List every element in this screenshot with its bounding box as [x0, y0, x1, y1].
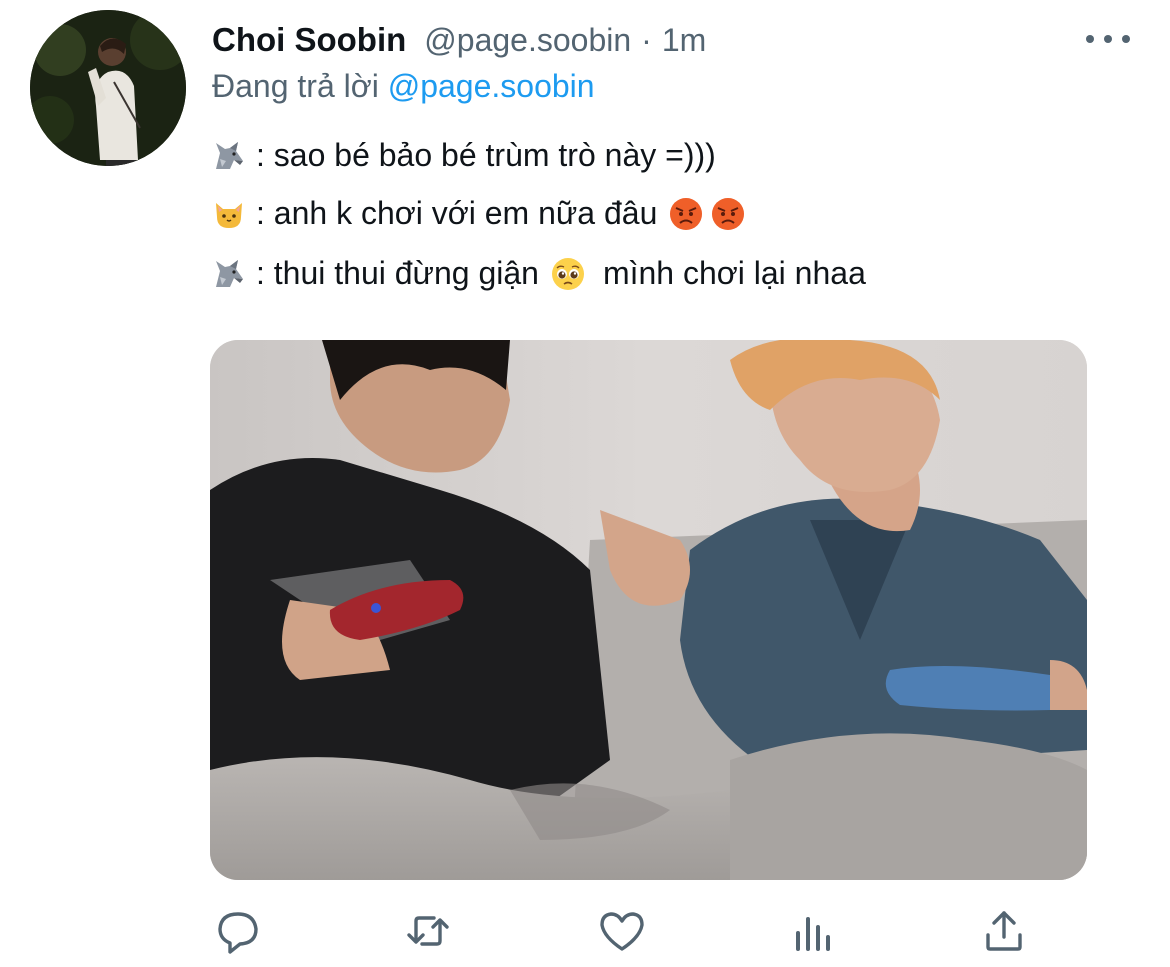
tweet-media-photo[interactable]	[210, 340, 1087, 880]
tweet-text-line: : thui thui đừng giận mình chơi lại nhaa	[212, 255, 866, 292]
tweet-text: : thui thui đừng giận	[256, 255, 539, 291]
tweet-text: : sao bé bảo bé trùm trò này =)))	[256, 137, 716, 173]
timestamp[interactable]: 1m	[662, 22, 706, 59]
avatar[interactable]	[30, 10, 186, 166]
tweet: Choi Soobin @page.soobin · 1m Đang trả l…	[0, 0, 1170, 967]
share-upload-icon[interactable]	[978, 905, 1030, 957]
replying-to: Đang trả lời @page.soobin	[212, 68, 595, 105]
reply-mention-link[interactable]: @page.soobin	[388, 68, 595, 104]
wolf-emoji	[212, 139, 246, 173]
tweet-text: mình chơi lại nhaa	[602, 255, 866, 291]
more-dot	[1122, 35, 1130, 43]
angry-face-emoji	[669, 197, 703, 231]
photo-two-people-gaming	[210, 340, 1087, 880]
replying-to-label: Đang trả lời	[212, 68, 388, 104]
heart-icon[interactable]	[596, 905, 648, 957]
reply-bubble-icon[interactable]	[212, 905, 264, 957]
bar-chart-icon[interactable]	[788, 905, 840, 957]
avatar-photo	[30, 10, 186, 166]
tweet-text-line: : anh k chơi với em nữa đâu	[212, 195, 745, 232]
tweet-header: Choi Soobin @page.soobin · 1m	[212, 18, 706, 62]
angry-face-emoji	[711, 197, 745, 231]
more-dot	[1086, 35, 1094, 43]
more-options-icon[interactable]	[1086, 24, 1130, 54]
more-dot	[1104, 35, 1112, 43]
tweet-text: : anh k chơi với em nữa đâu	[256, 195, 658, 231]
tweet-actions-bar	[0, 905, 1170, 961]
display-name[interactable]: Choi Soobin	[212, 21, 406, 59]
retweet-arrows-icon[interactable]	[402, 905, 454, 957]
tweet-text-line: : sao bé bảo bé trùm trò này =)))	[212, 137, 716, 174]
pleading-face-emoji	[551, 257, 585, 291]
wolf-emoji	[212, 257, 246, 291]
cat-emoji	[212, 197, 246, 231]
separator: ·	[641, 21, 652, 58]
user-handle[interactable]: @page.soobin	[424, 22, 631, 59]
